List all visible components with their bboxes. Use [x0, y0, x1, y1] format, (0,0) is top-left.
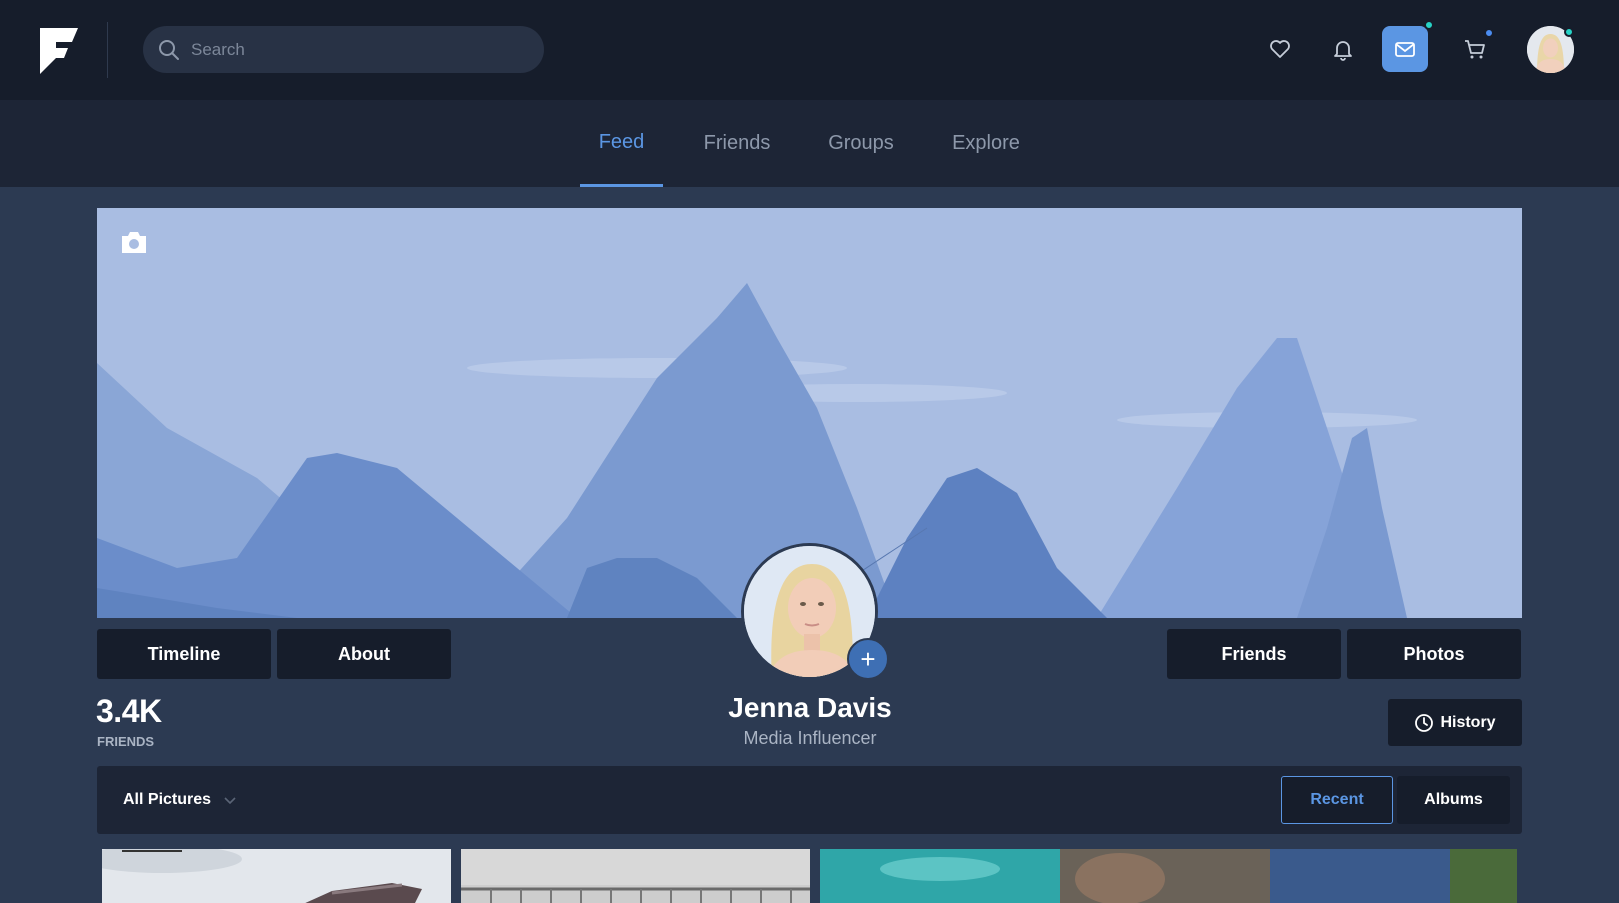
app-logo[interactable] — [36, 24, 80, 76]
photos-button[interactable]: Photos — [1347, 629, 1521, 679]
tab-feed[interactable]: Feed — [580, 100, 663, 187]
add-friend-button[interactable]: + — [847, 638, 889, 680]
notifications-button[interactable] — [1320, 26, 1366, 72]
history-button[interactable]: History — [1388, 699, 1522, 746]
cart-icon — [1465, 40, 1485, 59]
friends-label: FRIENDS — [97, 734, 155, 749]
heart-icon — [1270, 40, 1290, 58]
cart-badge — [1484, 28, 1494, 38]
photo-thumbnail[interactable] — [820, 849, 1517, 903]
albums-button[interactable]: Albums — [1397, 776, 1510, 824]
mail-icon — [1395, 42, 1415, 57]
friends-count: 3.4K — [96, 693, 162, 729]
history-label: History — [1440, 713, 1496, 731]
chevron-down-icon — [224, 797, 236, 805]
about-button[interactable]: About — [277, 629, 451, 679]
filter-label: All Pictures — [123, 791, 212, 808]
camera-icon[interactable] — [119, 228, 149, 256]
gallery-filter-bar: All Pictures Recent Albums — [97, 766, 1522, 834]
tab-groups[interactable]: Groups — [825, 100, 897, 187]
messages-badge — [1424, 20, 1434, 30]
friends-button[interactable]: Friends — [1167, 629, 1341, 679]
recent-button[interactable]: Recent — [1281, 776, 1393, 824]
online-status-dot — [1564, 27, 1574, 37]
tab-explore[interactable]: Explore — [948, 100, 1024, 187]
search-input[interactable] — [191, 39, 511, 60]
photo-thumbnail[interactable] — [102, 849, 451, 903]
main-nav: Feed Friends Groups Explore — [0, 100, 1619, 187]
search-icon — [157, 38, 181, 62]
photo-thumbnail[interactable] — [461, 849, 810, 903]
clock-icon — [1415, 713, 1434, 732]
favorites-button[interactable] — [1257, 26, 1303, 72]
logo-divider — [107, 22, 108, 78]
timeline-button[interactable]: Timeline — [97, 629, 271, 679]
profile-role: Media Influencer — [743, 728, 877, 748]
bell-icon — [1334, 41, 1352, 61]
tab-friends[interactable]: Friends — [697, 100, 777, 187]
pictures-filter-dropdown[interactable]: All Pictures — [123, 766, 237, 834]
messages-button[interactable] — [1382, 26, 1428, 72]
search-bar[interactable] — [143, 26, 544, 73]
profile-name: Jenna Davis — [728, 692, 892, 723]
top-bar — [0, 0, 1619, 100]
